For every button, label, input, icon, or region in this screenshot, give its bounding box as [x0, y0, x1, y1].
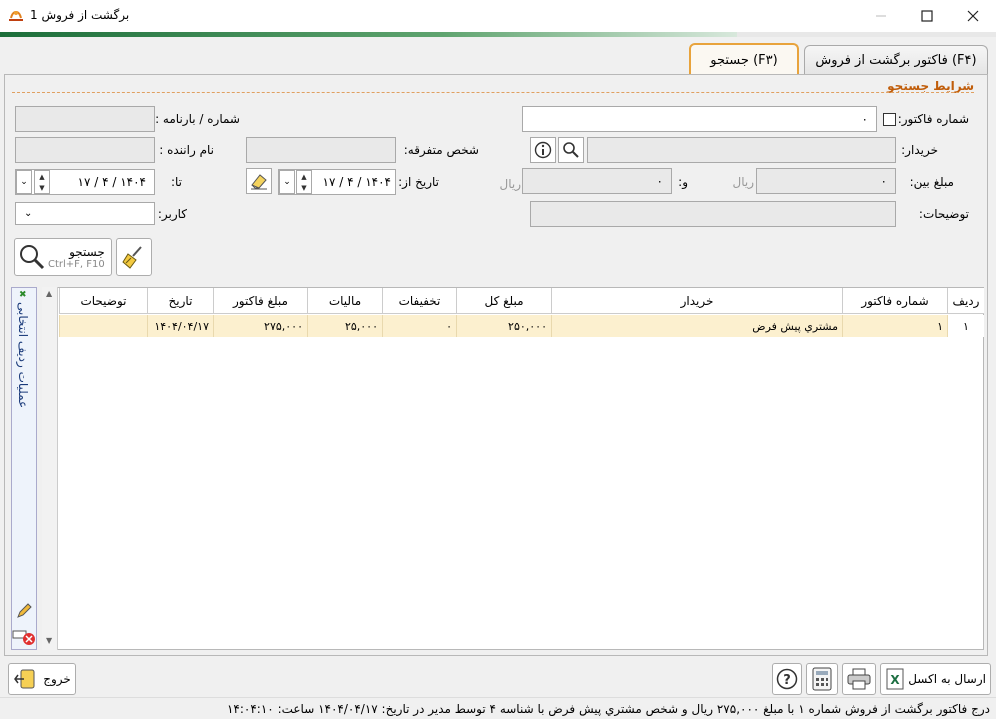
calculator-icon: [812, 667, 832, 691]
amount-from-field[interactable]: ۰: [756, 168, 896, 194]
title-bar: برگشت از فروش 1: [0, 0, 996, 32]
invoice-no-label: شماره فاکتور:: [897, 112, 969, 126]
expand-icon: ✖: [19, 290, 27, 300]
column-header[interactable]: توضیحات: [59, 288, 147, 314]
row-number-cell: ۱: [947, 315, 984, 337]
vertical-scrollbar[interactable]: ▲ ▼: [42, 287, 58, 650]
buyer-label: خریدار:: [901, 143, 938, 157]
row-operations-panel: ✖ عملیات ردیف انتخابی: [11, 287, 37, 650]
amount-between-label: مبلغ بین:: [909, 175, 954, 189]
date-from-spinner[interactable]: ▲ ▼: [296, 170, 312, 194]
date-cell: ۱۴۰۴/۰۴/۱۷: [147, 315, 213, 337]
search-button[interactable]: جستجو Ctrl+F, F10: [14, 238, 112, 276]
export-excel-label: ارسال به اکسل: [908, 672, 986, 686]
column-header[interactable]: خریدار: [551, 288, 842, 314]
export-excel-button[interactable]: X ارسال به اکسل: [880, 663, 991, 695]
divider: [12, 92, 974, 93]
window-title: برگشت از فروش 1: [30, 8, 130, 22]
section-title: شرایط جستجو: [887, 79, 974, 93]
user-label: کاربر:: [157, 207, 187, 221]
column-header[interactable]: تاریخ: [147, 288, 213, 314]
scroll-down-icon: ▼: [46, 636, 53, 645]
info-icon: [534, 141, 552, 159]
and-label: و:: [678, 175, 688, 189]
driver-label: نام راننده :: [159, 143, 214, 157]
chevron-down-icon: ⌄: [24, 208, 33, 219]
waybill-field[interactable]: [15, 106, 155, 132]
buyer-cell: مشتري پيش فرض: [551, 315, 842, 337]
column-header[interactable]: تخفیفات: [382, 288, 456, 314]
rial-unit-2: ریال: [499, 177, 521, 191]
column-header[interactable]: شماره فاکتور: [842, 288, 947, 314]
date-from-label: تاریخ از:: [398, 175, 439, 189]
column-header[interactable]: مالیات: [307, 288, 382, 314]
close-icon: [967, 10, 979, 22]
invoice-no-field[interactable]: ۰: [522, 106, 877, 132]
status-bar: درج فاکتور برگشت از فروش شماره ۱ با مبلغ…: [0, 697, 996, 719]
driver-field[interactable]: [15, 137, 155, 163]
maximize-button[interactable]: [904, 0, 950, 32]
column-header[interactable]: مبلغ کل: [456, 288, 551, 314]
misc-person-label: شخص متفرقه:: [403, 143, 479, 157]
broom-icon: [122, 246, 142, 269]
invoice-no-cell: ۱: [842, 315, 947, 337]
column-header[interactable]: مبلغ فاکتور: [213, 288, 307, 314]
exit-icon: [14, 669, 35, 689]
excel-icon: X: [886, 668, 904, 690]
discount-cell: ۰: [382, 315, 456, 337]
tab-invoice[interactable]: فاکتور برگشت از فروش (F۴): [804, 45, 988, 75]
scroll-up-icon: ▲: [46, 289, 53, 298]
waybill-label: شماره / بارنامه :: [155, 112, 240, 126]
search-icon: [563, 142, 579, 158]
date-to-dropdown[interactable]: ⌄: [16, 170, 32, 194]
edit-icon[interactable]: [15, 602, 33, 620]
help-icon: ?: [776, 668, 798, 690]
buyer-field[interactable]: [587, 137, 896, 163]
row-operations-label: عملیات ردیف انتخابی: [16, 302, 30, 409]
invoice-no-checkbox[interactable]: [883, 113, 896, 126]
close-button[interactable]: [950, 0, 996, 32]
total-cell: ۲۵۰,۰۰۰: [456, 315, 551, 337]
chevron-down-icon: ⌄: [20, 177, 28, 187]
search-icon: [20, 245, 45, 270]
column-header[interactable]: ردیف: [947, 288, 984, 314]
delete-icon[interactable]: [12, 628, 36, 646]
search-shortcut: Ctrl+F, F10: [48, 258, 105, 270]
misc-person-field[interactable]: [246, 137, 396, 163]
description-cell: [59, 315, 147, 337]
buyer-search-button[interactable]: [558, 137, 584, 163]
exit-button[interactable]: خروج: [8, 663, 76, 695]
invoice-amount-cell: ۲۷۵,۰۰۰: [213, 315, 307, 337]
minimize-button[interactable]: [858, 0, 904, 32]
maximize-icon: [921, 10, 933, 22]
chevron-down-icon: ⌄: [283, 177, 291, 187]
date-to-label: تا:: [170, 175, 182, 189]
clear-date-button[interactable]: [246, 168, 272, 194]
eraser-icon: [251, 174, 267, 190]
results-grid: ردیف شماره فاکتور خریدار مبلغ کل تخفیفات…: [42, 287, 984, 650]
clear-filters-button[interactable]: [116, 238, 152, 276]
tab-search[interactable]: جستجو (F۳): [689, 43, 799, 76]
svg-text:?: ?: [783, 673, 791, 688]
amount-to-field[interactable]: ۰: [522, 168, 672, 194]
rial-unit-1: ریال: [732, 175, 754, 189]
help-button[interactable]: ?: [772, 663, 802, 695]
print-button[interactable]: [842, 663, 876, 695]
status-text: درج فاکتور برگشت از فروش شماره ۱ با مبلغ…: [226, 701, 990, 716]
description-label: توضیحات:: [918, 207, 969, 221]
printer-icon: [847, 668, 871, 690]
minimize-icon: [876, 15, 886, 17]
buyer-info-button[interactable]: [530, 137, 556, 163]
user-select[interactable]: ⌄: [15, 202, 155, 225]
svg-text:X: X: [890, 673, 900, 687]
app-logo-icon: [9, 11, 23, 21]
exit-button-label: خروج: [43, 672, 71, 686]
description-field[interactable]: [530, 201, 896, 227]
date-from-dropdown[interactable]: ⌄: [279, 170, 295, 194]
search-button-label: جستجو: [69, 244, 105, 259]
calculator-button[interactable]: [806, 663, 838, 695]
tax-cell: ۲۵,۰۰۰: [307, 315, 382, 337]
date-to-spinner[interactable]: ▲ ▼: [34, 170, 50, 194]
